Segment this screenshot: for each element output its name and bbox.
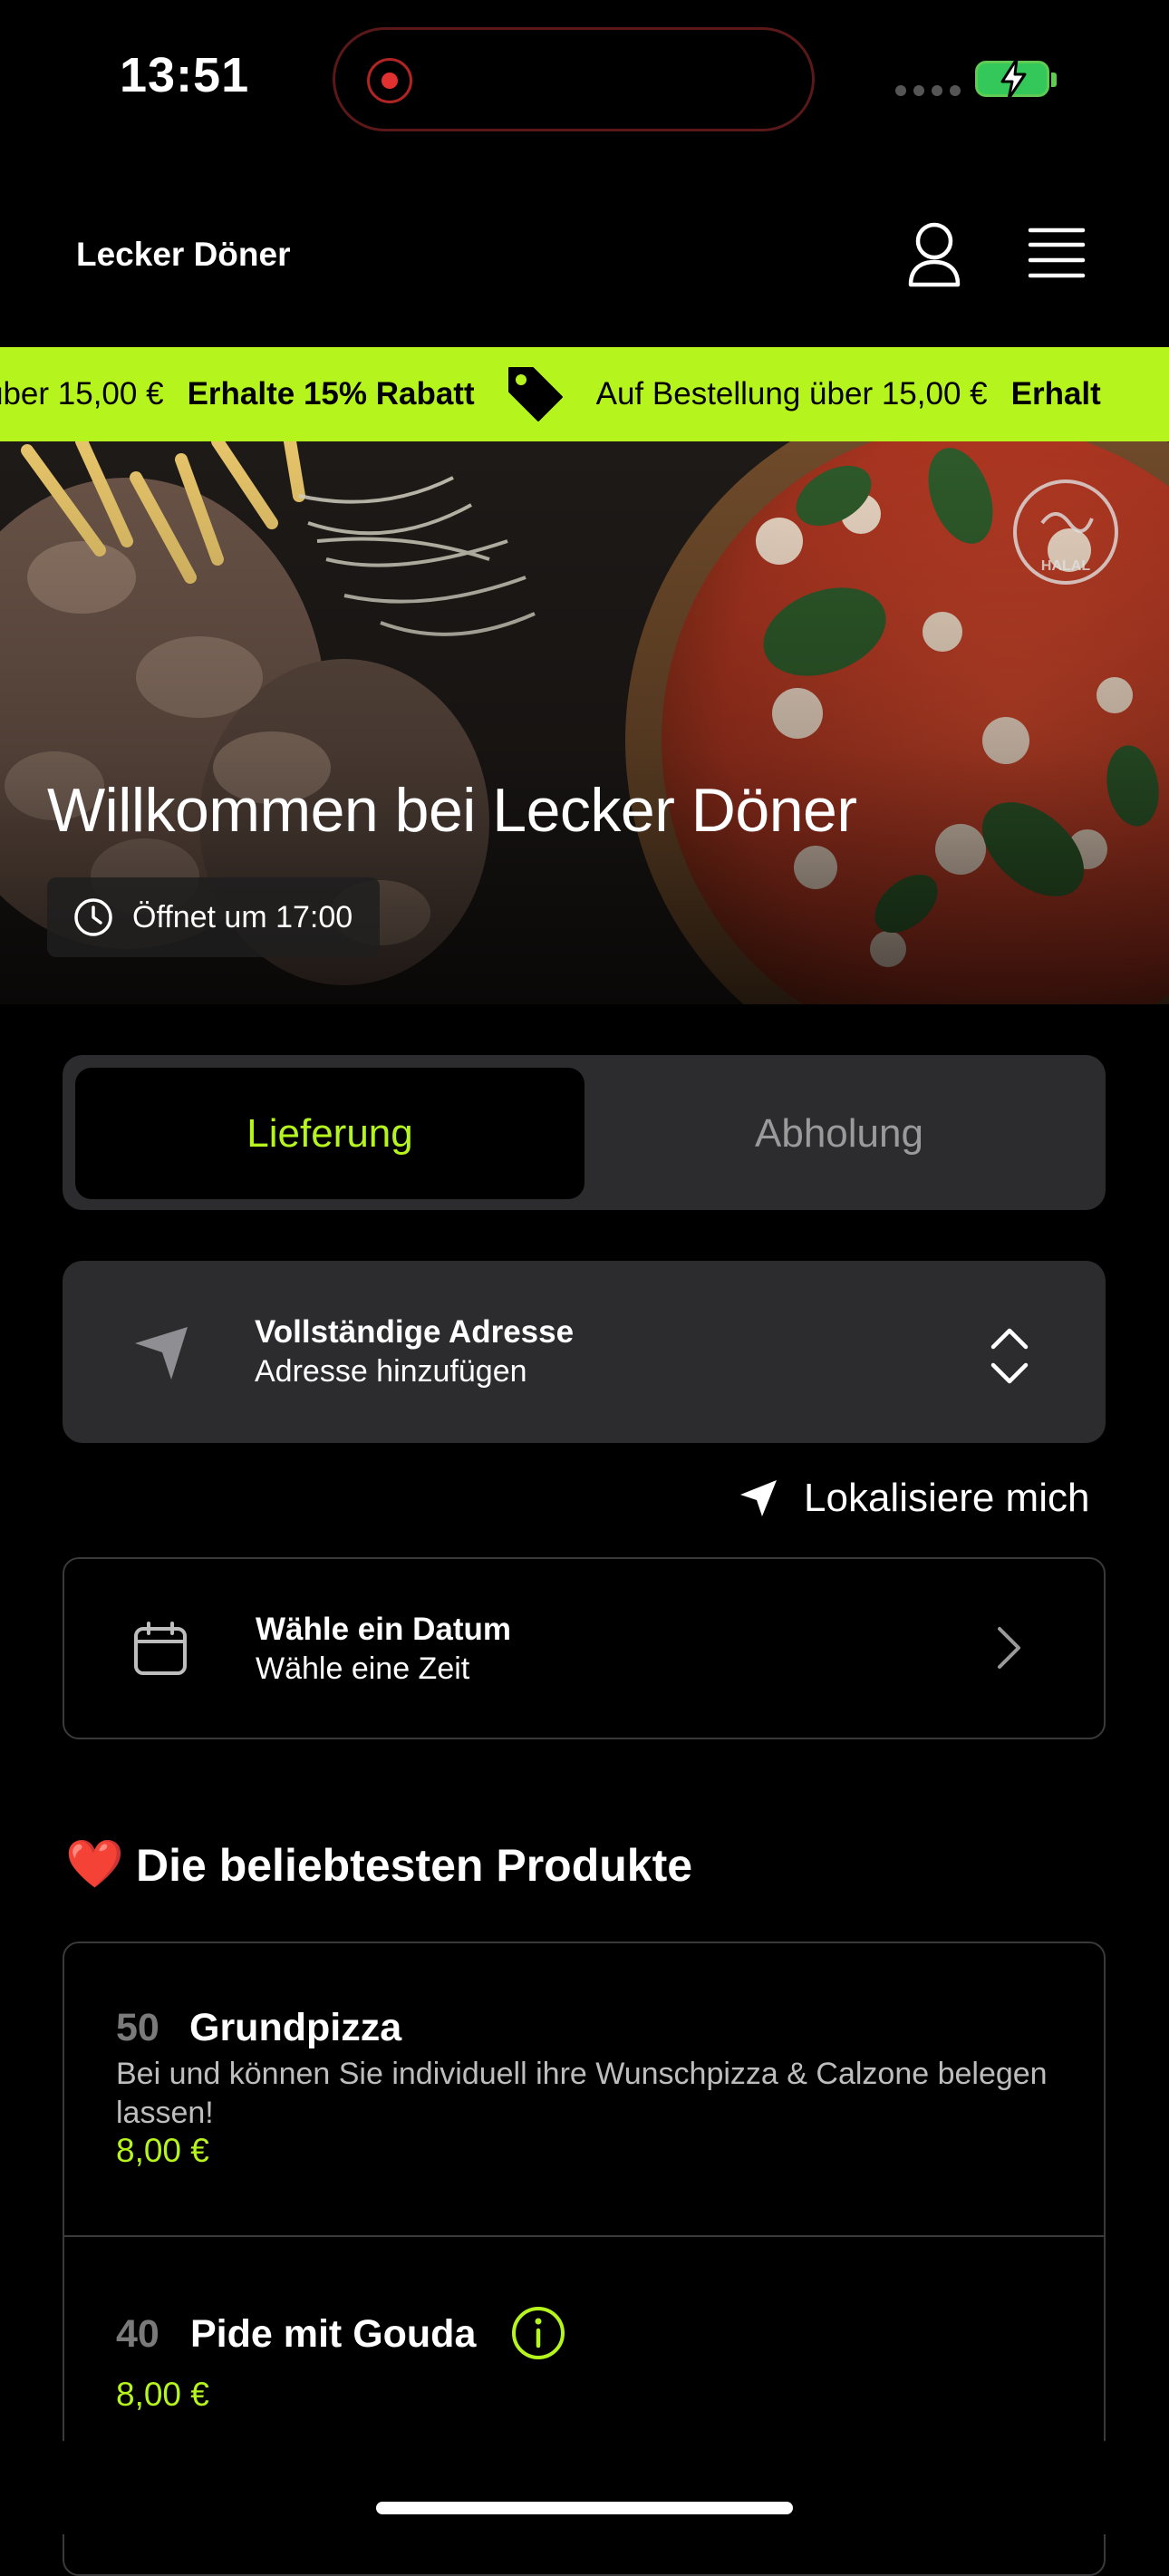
address-selector[interactable] (63, 1261, 1106, 1443)
product-number: 40 (116, 2312, 159, 2356)
home-indicator[interactable] (376, 2502, 793, 2514)
hero-title: Willkommen bei Lecker Döner (47, 776, 857, 845)
date-title: Wähle ein Datum (256, 1612, 511, 1647)
clock-icon (74, 898, 112, 936)
status-time: 13:51 (120, 48, 250, 102)
charging-bolt-icon (1000, 57, 1027, 101)
address-subtitle: Adresse hinzufügen (255, 1354, 527, 1389)
chevron-up-down-icon (990, 1328, 1029, 1384)
promo-text: Auf Bestellung über 15,00 € (595, 376, 988, 412)
product-description: Bei und können Sie individuell ihre Wuns… (116, 2057, 1048, 2130)
calendar-icon (134, 1622, 187, 1675)
date-subtitle: Wähle eine Zeit (256, 1651, 470, 1686)
product-name[interactable]: Pide mit Gouda (190, 2312, 476, 2357)
promo-ticker: über 15,00 € Erhalte 15% Rabatt Auf Best… (0, 347, 1132, 441)
promo-offer: Erhalt (1010, 376, 1101, 412)
product-price: 8,00 € (116, 2132, 209, 2169)
hamburger-menu-icon[interactable] (1028, 227, 1086, 279)
product-name[interactable]: Grundpizza (189, 2006, 401, 2050)
heart-icon: ❤️ (65, 1838, 124, 1891)
product-number: 50 (116, 2006, 159, 2049)
tab-pickup[interactable]: Abholung (584, 1068, 1094, 1199)
list-divider (64, 2235, 1104, 2237)
date-time-selector[interactable] (63, 1557, 1106, 1739)
battery-tip (1051, 73, 1057, 87)
opening-hours-badge: Öffnet um 17:00 (47, 877, 381, 957)
locate-me-label: Lokalisiere mich (804, 1476, 1090, 1520)
address-title: Vollständige Adresse (255, 1314, 575, 1350)
brand-name[interactable]: Lecker Döner (76, 236, 291, 274)
bottom-safe-area (0, 2441, 1169, 2534)
product-price: 8,00 € (116, 2376, 209, 2413)
promo-text: über 15,00 € (0, 376, 164, 412)
price-tag-icon (506, 364, 565, 424)
location-arrow-icon (135, 1327, 188, 1380)
info-icon[interactable] (510, 2305, 566, 2361)
tab-delivery[interactable]: Lieferung (75, 1068, 584, 1199)
locate-me-button[interactable]: Lokalisiere mich (739, 1476, 1089, 1521)
promo-banner[interactable]: über 15,00 € Erhalte 15% Rabatt Auf Best… (0, 347, 1169, 441)
section-title: Die beliebtesten Produkte (136, 1840, 693, 1891)
recording-indicator-icon (367, 58, 412, 103)
navigation-arrow-icon (740, 1480, 777, 1516)
chevron-right-icon (998, 1627, 1020, 1669)
halal-badge-text: HALAL (1041, 558, 1090, 574)
promo-offer: Erhalte 15% Rabatt (187, 376, 475, 412)
user-icon[interactable] (903, 221, 966, 288)
cellular-signal-icon (895, 85, 961, 96)
opening-hours-text: Öffnet um 17:00 (132, 899, 353, 935)
